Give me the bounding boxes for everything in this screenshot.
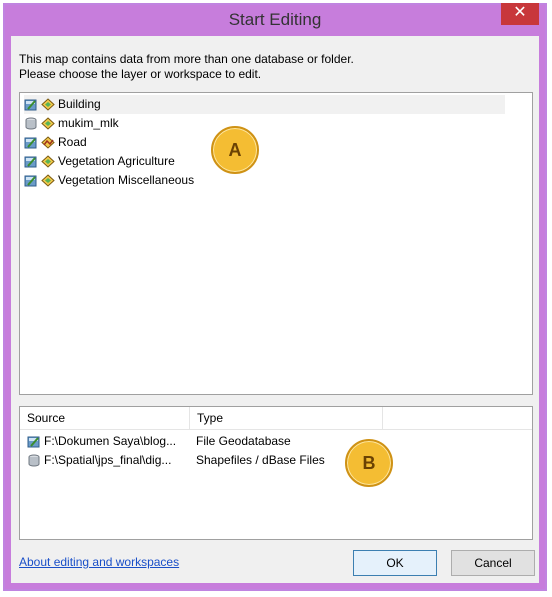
ok-button[interactable]: OK xyxy=(353,550,437,576)
column-header-type[interactable]: Type xyxy=(190,407,383,429)
instruction-message: This map contains data from more than on… xyxy=(19,52,354,82)
instruction-line-2: Please choose the layer or workspace to … xyxy=(19,67,262,81)
shapefile-folder-icon xyxy=(24,117,38,130)
polygon-feature-icon xyxy=(41,155,55,168)
table-header: Source Type xyxy=(20,407,532,430)
source-cell: F:\Dokumen Saya\blog... xyxy=(27,432,176,450)
geodatabase-icon xyxy=(24,174,38,187)
cancel-button[interactable]: Cancel xyxy=(451,550,535,576)
close-button[interactable]: ✕ xyxy=(501,3,539,25)
table-row[interactable]: F:\Dokumen Saya\blog... File Geodatabase xyxy=(20,432,532,450)
dialog-title: Start Editing xyxy=(228,10,322,29)
layer-item-mukim-mlk[interactable]: mukim_mlk xyxy=(24,114,119,133)
geodatabase-icon xyxy=(24,98,38,111)
about-editing-link[interactable]: About editing and workspaces xyxy=(19,555,179,569)
start-editing-dialog: Start Editing ✕ This map contains data f… xyxy=(3,3,547,591)
geodatabase-icon xyxy=(27,435,41,448)
title-bar[interactable]: Start Editing ✕ xyxy=(5,3,545,35)
geodatabase-icon xyxy=(24,155,38,168)
source-cell: F:\Spatial\jps_final\dig... xyxy=(27,451,171,469)
layer-item-road[interactable]: Road xyxy=(24,133,87,152)
polygon-feature-icon xyxy=(41,174,55,187)
layer-item-vegetation-miscellaneous[interactable]: Vegetation Miscellaneous xyxy=(24,171,194,190)
annotation-marker-b: B xyxy=(345,439,393,487)
type-cell: File Geodatabase xyxy=(196,434,291,448)
source-path: F:\Spatial\jps_final\dig... xyxy=(44,453,172,467)
polygon-feature-icon xyxy=(41,98,55,111)
layer-item-building[interactable]: Building xyxy=(24,95,505,114)
layer-label: Building xyxy=(58,97,101,111)
layer-label: Vegetation Agriculture xyxy=(58,154,175,168)
geodatabase-icon xyxy=(24,136,38,149)
annotation-marker-a: A xyxy=(211,126,259,174)
column-header-source[interactable]: Source xyxy=(20,407,190,429)
layer-label: mukim_mlk xyxy=(58,116,119,130)
layer-label: Road xyxy=(58,135,87,149)
layer-label: Vegetation Miscellaneous xyxy=(58,173,195,187)
layer-list[interactable]: Building mukim_mlk Road Vegetation Agric… xyxy=(19,92,533,395)
table-row[interactable]: F:\Spatial\jps_final\dig... Shapefiles /… xyxy=(20,451,532,469)
dialog-body: This map contains data from more than on… xyxy=(11,36,539,583)
line-feature-icon xyxy=(41,136,55,149)
polygon-feature-icon xyxy=(41,117,55,130)
type-cell: Shapefiles / dBase Files xyxy=(196,453,325,467)
layer-item-vegetation-agriculture[interactable]: Vegetation Agriculture xyxy=(24,152,175,171)
shapefile-folder-icon xyxy=(27,454,41,467)
source-path: F:\Dokumen Saya\blog... xyxy=(44,434,177,448)
instruction-line-1: This map contains data from more than on… xyxy=(19,52,354,66)
workspace-table[interactable]: Source Type F:\Dokumen Saya\blog... File… xyxy=(19,406,533,540)
